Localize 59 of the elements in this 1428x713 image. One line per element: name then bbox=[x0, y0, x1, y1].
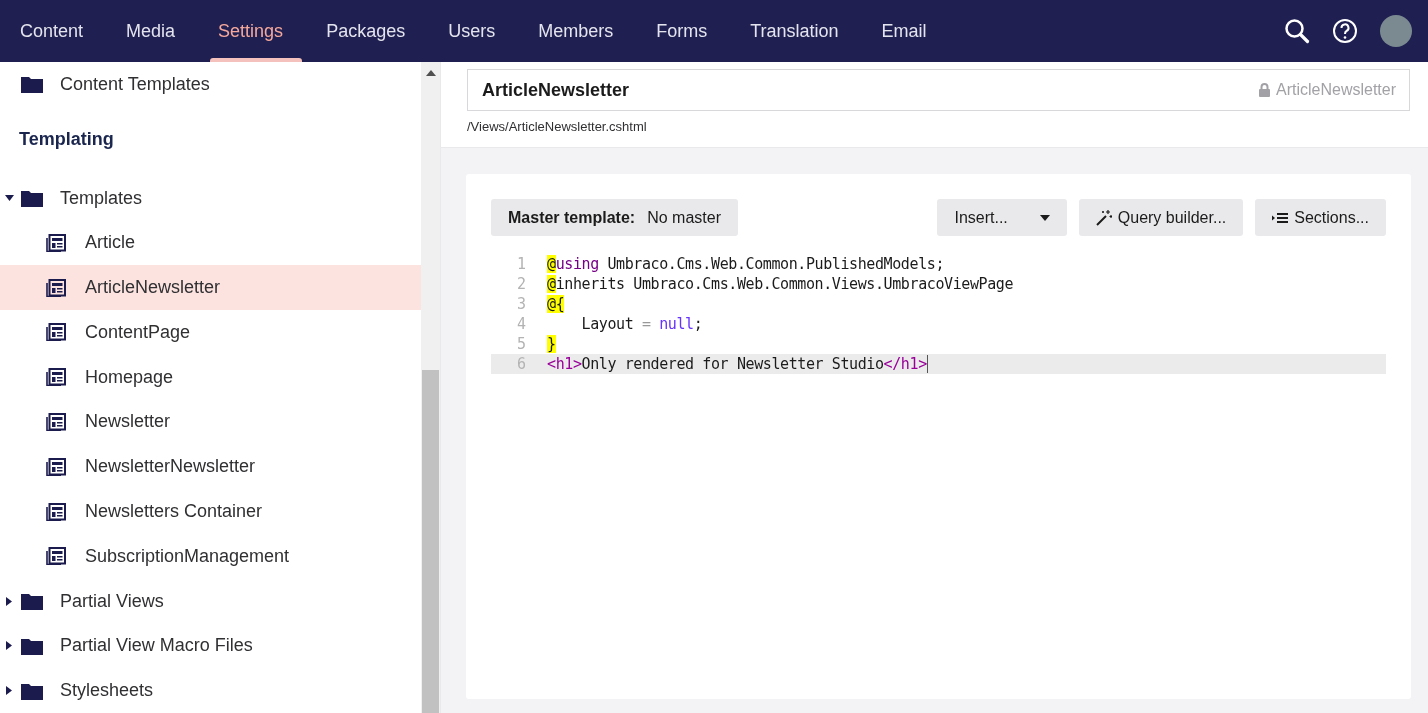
tree-item[interactable]: Homepage bbox=[0, 354, 421, 400]
scrollbar[interactable] bbox=[421, 62, 440, 713]
nav-section-tab[interactable]: Forms bbox=[638, 0, 733, 62]
tree-item[interactable]: Partial Views bbox=[0, 578, 421, 624]
template-icon bbox=[46, 323, 66, 342]
caret-right-icon[interactable] bbox=[6, 686, 12, 696]
code-line: 4 Layout = null; bbox=[515, 314, 704, 334]
template-icon bbox=[46, 278, 66, 297]
nav-section-tab[interactable]: Media bbox=[108, 0, 201, 62]
tree-item[interactable]: ArticleNewsletter bbox=[0, 265, 421, 311]
caret-down-icon bbox=[1039, 214, 1050, 221]
code-line: 3 @{ bbox=[515, 294, 566, 314]
folder-icon bbox=[21, 636, 43, 655]
tree-item[interactable]: NewsletterNewsletter bbox=[0, 444, 421, 490]
tree-item[interactable]: Content Templates bbox=[0, 62, 421, 107]
caret-right-icon[interactable] bbox=[6, 641, 12, 651]
insert-dropdown-button[interactable]: Insert... bbox=[937, 199, 1067, 236]
folder-icon bbox=[21, 681, 43, 700]
folder-icon bbox=[21, 189, 43, 208]
tree-item[interactable]: ContentPage bbox=[0, 310, 421, 355]
tree-item[interactable]: SubscriptionManagement bbox=[0, 533, 421, 579]
template-icon bbox=[46, 457, 66, 476]
template-icon bbox=[46, 412, 66, 431]
user-avatar[interactable] bbox=[1380, 15, 1412, 47]
sections-button[interactable]: Sections... bbox=[1255, 199, 1386, 236]
query-builder-button[interactable]: Query builder... bbox=[1078, 199, 1244, 236]
nav-section-tab[interactable]: Packages bbox=[308, 0, 431, 62]
section-heading: Templating bbox=[18, 127, 115, 151]
master-template-button[interactable]: Master template: No master bbox=[491, 199, 738, 236]
template-icon bbox=[46, 368, 66, 387]
nav-section-tab[interactable]: Members bbox=[520, 0, 639, 62]
template-icon bbox=[46, 502, 66, 521]
scrollbar-thumb[interactable] bbox=[422, 370, 439, 713]
list-icon bbox=[1272, 211, 1289, 224]
folder-icon bbox=[21, 75, 43, 94]
lock-icon bbox=[1258, 83, 1270, 97]
magic-wand-icon bbox=[1095, 209, 1112, 226]
code-line: 5 } bbox=[515, 334, 557, 354]
tree-item[interactable]: Newsletter bbox=[0, 399, 421, 445]
tree-item[interactable]: Article bbox=[0, 220, 421, 266]
help-icon[interactable] bbox=[1332, 18, 1358, 44]
template-icon bbox=[46, 547, 66, 566]
nav-section-tab[interactable]: Content bbox=[2, 0, 109, 62]
scroll-up-icon[interactable] bbox=[425, 70, 436, 76]
tree-item[interactable]: Stylesheets bbox=[0, 668, 421, 713]
search-icon[interactable] bbox=[1284, 18, 1310, 44]
nav-section-tab[interactable]: Settings bbox=[200, 0, 309, 62]
caret-down-icon[interactable] bbox=[4, 195, 14, 202]
tree-item[interactable]: Partial View Macro Files bbox=[0, 623, 421, 669]
folder-icon bbox=[21, 592, 43, 611]
file-path: /Views/ArticleNewsletter.cshtml bbox=[467, 119, 648, 134]
template-icon bbox=[46, 233, 66, 252]
nav-section-tab[interactable]: Users bbox=[430, 0, 521, 62]
template-name-field[interactable]: ArticleNewsletter ArticleNewsletter bbox=[467, 69, 1410, 111]
tree-item[interactable]: Newsletters Container bbox=[0, 489, 421, 534]
caret-right-icon[interactable] bbox=[6, 596, 12, 606]
nav-section-tab[interactable]: Email bbox=[863, 0, 952, 62]
nav-section-tab[interactable]: Translation bbox=[732, 0, 864, 62]
tree-item[interactable]: Templates bbox=[0, 175, 421, 221]
